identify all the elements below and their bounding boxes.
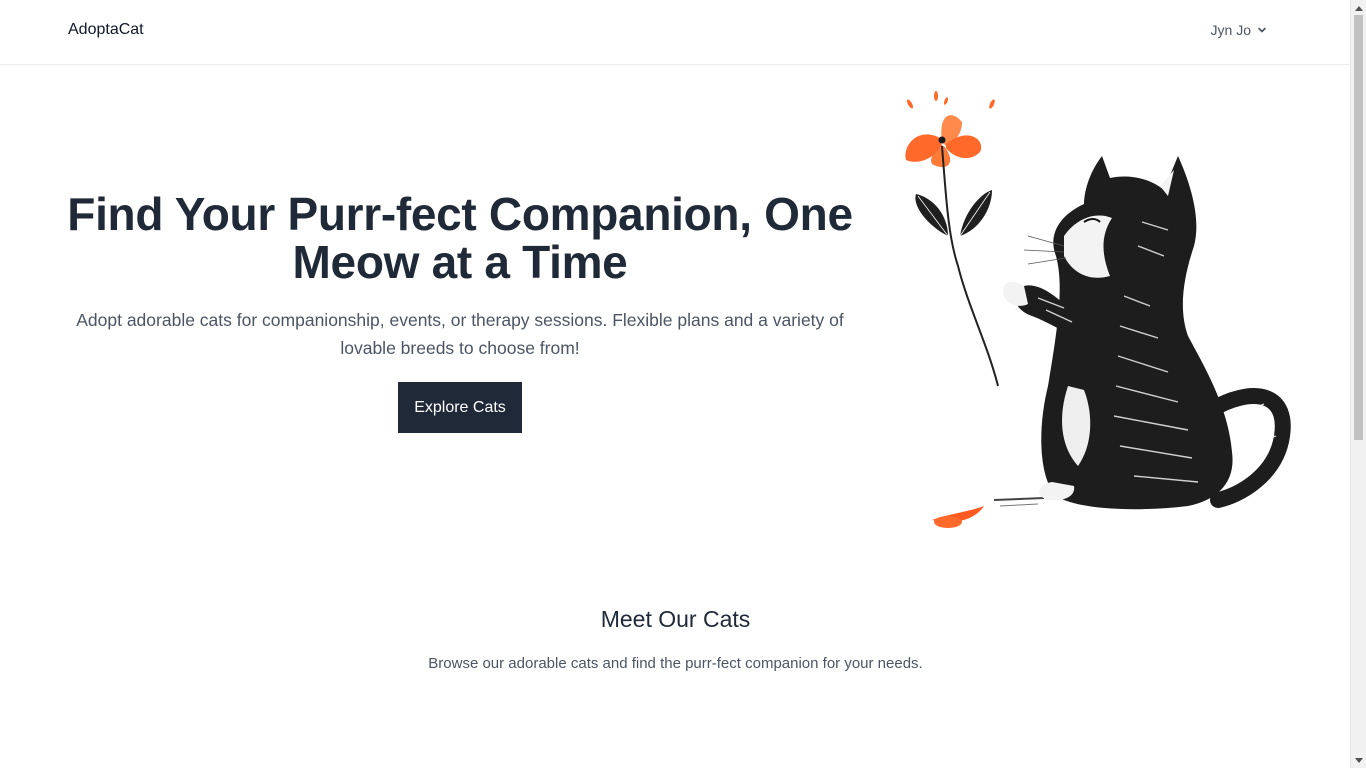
scroll-up-arrow-icon[interactable] <box>1351 0 1366 15</box>
hero-section: Find Your Purr-fect Companion, One Meow … <box>60 190 860 433</box>
cat-with-flower-illustration <box>888 86 1308 538</box>
hero-subtitle: Adopt adorable cats for companionship, e… <box>76 310 844 358</box>
meet-our-cats-section: Meet Our Cats Browse our adorable cats a… <box>0 606 1351 672</box>
hero-title: Find Your Purr-fect Companion, One Meow … <box>67 188 853 288</box>
user-menu[interactable]: Jyn Jo <box>1211 22 1267 38</box>
scrollbar-thumb[interactable] <box>1354 15 1363 440</box>
scroll-down-arrow-icon[interactable] <box>1351 753 1366 768</box>
meet-title: Meet Our Cats <box>600 606 751 632</box>
page: AdoptaCat Jyn Jo Find Your Purr-fect Com… <box>0 0 1351 768</box>
brand-logo-link[interactable]: AdoptaCat <box>68 21 144 39</box>
meet-subtitle: Browse our adorable cats and find the pu… <box>428 655 923 672</box>
vertical-scrollbar[interactable] <box>1350 0 1366 768</box>
explore-cats-button[interactable]: Explore Cats <box>398 382 522 433</box>
user-name: Jyn Jo <box>1210 22 1251 38</box>
chevron-down-icon <box>1257 25 1267 35</box>
top-nav: AdoptaCat Jyn Jo <box>0 0 1351 65</box>
